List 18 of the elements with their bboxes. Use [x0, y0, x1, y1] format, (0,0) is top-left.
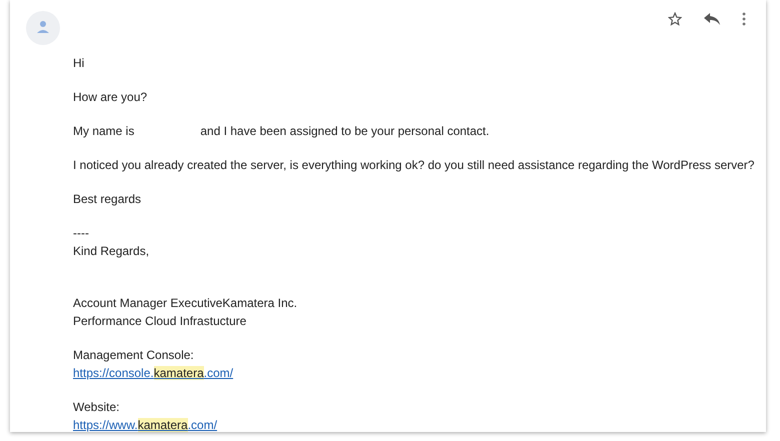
reply-icon[interactable]	[704, 13, 720, 25]
message-text: Management Console:	[73, 347, 194, 364]
message-text: I noticed you already created the server, is everything working ok? do you still need assistance regarding the WordPress server?	[73, 157, 754, 174]
more-icon[interactable]	[742, 12, 746, 26]
url-link[interactable]: https://www.kamatera.com/	[73, 416, 218, 432]
message-text: Website:	[73, 399, 120, 416]
message-text: Performance Cloud Infrastucture	[73, 313, 246, 330]
avatar-icon	[26, 11, 60, 45]
message-text: Account Manager ExecutiveKamatera Inc.	[73, 295, 298, 312]
message-text: Best regards	[73, 191, 142, 208]
message-text: and I have been assigned to be your personal contact.	[200, 123, 490, 140]
message-text: My name is	[73, 123, 134, 140]
message-text: How are you?	[73, 89, 148, 106]
star-icon[interactable]	[668, 12, 682, 26]
message-text: Kind Regards,	[73, 243, 150, 260]
message-text: ----	[73, 225, 89, 242]
url-link[interactable]: https://console.kamatera.com/	[73, 364, 234, 382]
message-text: Hi	[73, 55, 84, 72]
